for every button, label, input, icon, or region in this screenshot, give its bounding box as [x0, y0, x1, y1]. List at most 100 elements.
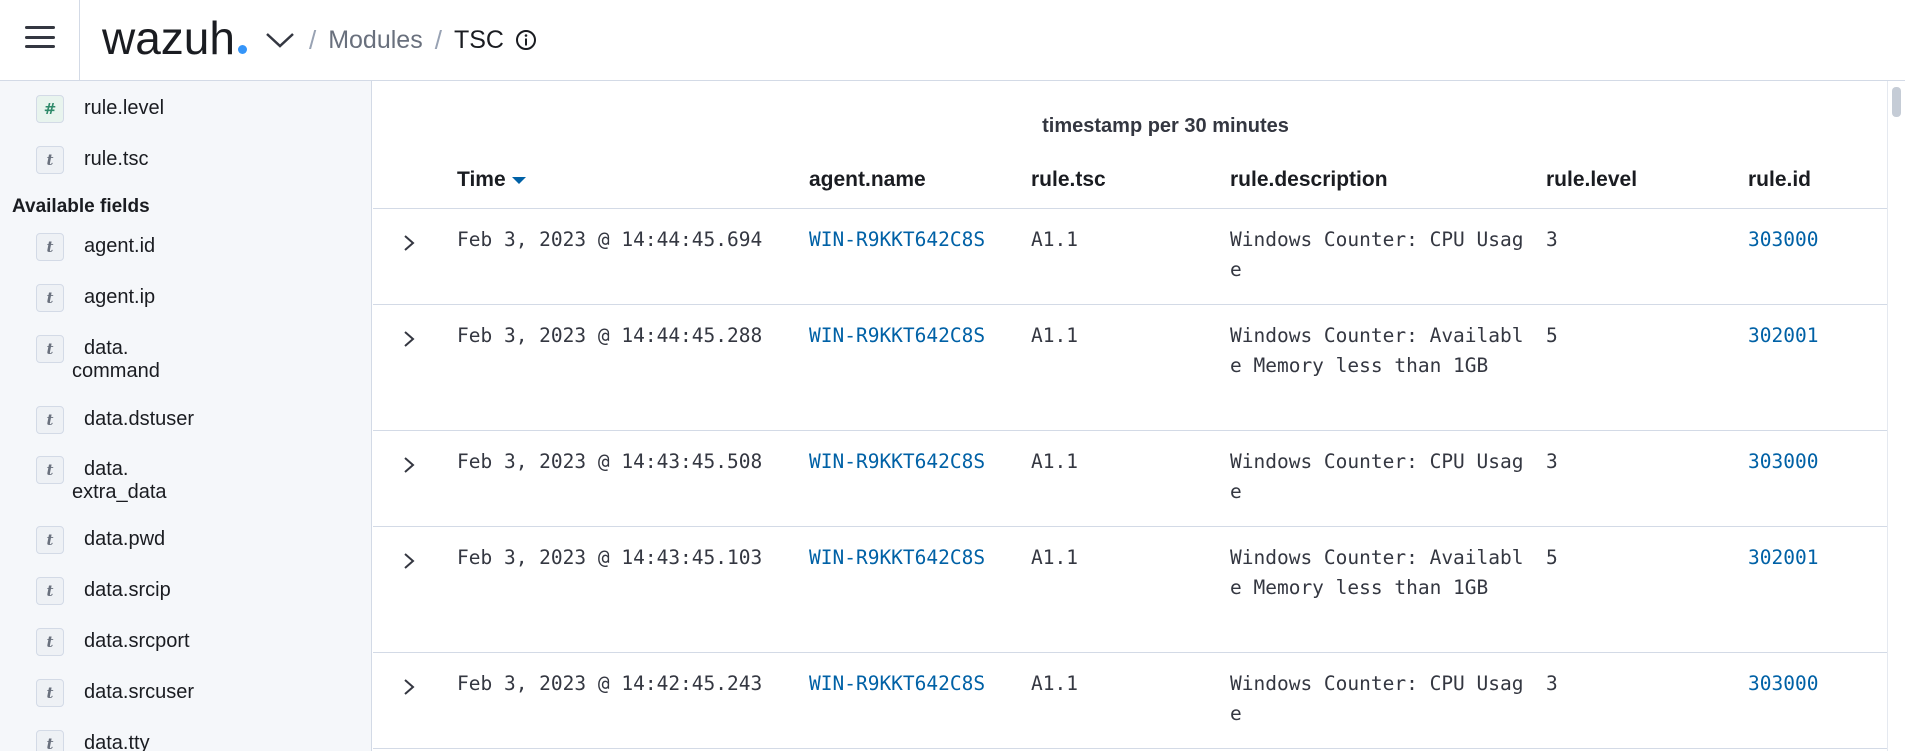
top-header: wazuh / Modules / TSC	[0, 0, 1905, 81]
cell-rule-tsc: A1.1	[1031, 450, 1078, 473]
available-fields-title: Available fields	[12, 196, 150, 217]
field-name: data.srcuser	[84, 681, 195, 703]
field-sidebar: # rule.level t rule.tsc Available fields…	[0, 81, 372, 751]
cell-rule-id[interactable]: 303000	[1748, 669, 1818, 699]
field-name: agent.id	[84, 235, 156, 257]
scrollbar-thumb[interactable]	[1892, 87, 1901, 117]
field-name: data.srcip	[84, 579, 171, 601]
menu-button[interactable]	[0, 0, 80, 80]
field-name: data.tty	[84, 732, 150, 751]
available-field-agent-id[interactable]: t agent.id	[0, 233, 155, 261]
column-header-agent-name[interactable]: agent.name	[809, 168, 926, 192]
field-name: data.dstuser	[84, 408, 195, 430]
cell-rule-description: Windows Counter: CPU Usage	[1230, 228, 1524, 281]
string-type-icon: t	[36, 233, 64, 261]
string-type-icon: t	[36, 146, 64, 174]
cell-time: Feb 3, 2023 @ 14:44:45.288	[457, 324, 763, 347]
available-field-data-pwd[interactable]: t data.pwd	[0, 526, 165, 554]
string-type-icon: t	[36, 456, 64, 484]
number-type-icon: #	[36, 95, 64, 123]
hamburger-menu-icon	[24, 26, 55, 48]
string-type-icon: t	[36, 335, 64, 363]
cell-rule-id[interactable]: 302001	[1748, 321, 1818, 351]
cell-time: Feb 3, 2023 @ 14:42:45.243	[457, 672, 763, 695]
expand-row-icon[interactable]	[401, 675, 417, 699]
cell-agent-name[interactable]: WIN-R9KKT642C8S	[809, 669, 985, 699]
cell-rule-level: 5	[1546, 324, 1558, 347]
string-type-icon: t	[36, 679, 64, 707]
cell-rule-level: 5	[1546, 546, 1558, 569]
available-field-agent-ip[interactable]: t agent.ip	[0, 284, 155, 312]
cell-rule-tsc: A1.1	[1031, 228, 1078, 251]
string-type-icon: t	[36, 284, 64, 312]
table-row: Feb 3, 2023 @ 14:44:45.694 WIN-R9KKT642C…	[373, 209, 1887, 305]
available-field-data-srcuser[interactable]: t data.srcuser	[0, 679, 194, 707]
available-field-data-srcport[interactable]: t data.srcport	[0, 628, 190, 656]
cell-rule-level: 3	[1546, 228, 1558, 251]
cell-rule-tsc: A1.1	[1031, 672, 1078, 695]
cell-time: Feb 3, 2023 @ 14:43:45.508	[457, 450, 763, 473]
cell-rule-description: Windows Counter: CPU Usage	[1230, 672, 1524, 725]
field-name: rule.level	[84, 97, 165, 119]
field-name: data.srcport	[84, 630, 190, 652]
available-field-data-dstuser[interactable]: t data.dstuser	[0, 406, 194, 434]
field-name-continuation: command	[72, 360, 160, 382]
cell-agent-name[interactable]: WIN-R9KKT642C8S	[809, 543, 985, 573]
cell-agent-name[interactable]: WIN-R9KKT642C8S	[809, 447, 985, 477]
vertical-scrollbar[interactable]	[1887, 81, 1905, 751]
string-type-icon: t	[36, 628, 64, 656]
cell-rule-level: 3	[1546, 450, 1558, 473]
cell-rule-id[interactable]: 302001	[1748, 543, 1818, 573]
field-name: data.pwd	[84, 528, 166, 550]
expand-row-icon[interactable]	[401, 453, 417, 477]
table-row: Feb 3, 2023 @ 14:43:45.103 WIN-R9KKT642C…	[373, 527, 1887, 653]
string-type-icon: t	[36, 577, 64, 605]
available-field-data-tty[interactable]: t data.tty	[0, 730, 150, 751]
logo-dot	[237, 45, 247, 54]
expand-row-icon[interactable]	[401, 231, 417, 255]
documents-table: timestamp per 30 minutes Time agent.name…	[373, 81, 1887, 751]
histogram-title: timestamp per 30 minutes	[1042, 115, 1289, 137]
table-row: Feb 3, 2023 @ 14:42:45.243 WIN-R9KKT642C…	[373, 653, 1887, 749]
cell-rule-id[interactable]: 303000	[1748, 447, 1818, 477]
column-header-rule-description[interactable]: rule.description	[1230, 168, 1388, 192]
breadcrumb-modules[interactable]: Modules	[328, 26, 423, 55]
cell-rule-description: Windows Counter: Available Memory less t…	[1230, 324, 1524, 377]
selected-field-rule-tsc[interactable]: t rule.tsc	[0, 146, 148, 174]
field-name: data.	[84, 337, 129, 359]
cell-rule-description: Windows Counter: CPU Usage	[1230, 450, 1524, 503]
column-header-time[interactable]: Time	[457, 168, 526, 192]
chevron-down-icon[interactable]	[263, 23, 297, 57]
cell-rule-tsc: A1.1	[1031, 546, 1078, 569]
field-name: agent.ip	[84, 286, 156, 308]
cell-rule-description: Windows Counter: Available Memory less t…	[1230, 546, 1524, 599]
table-row: Feb 3, 2023 @ 14:44:45.288 WIN-R9KKT642C…	[373, 305, 1887, 431]
expand-row-icon[interactable]	[401, 327, 417, 351]
available-field-data-srcip[interactable]: t data.srcip	[0, 577, 171, 605]
breadcrumb-separator: /	[308, 24, 317, 55]
selected-field-rule-level[interactable]: # rule.level	[0, 95, 164, 123]
cell-agent-name[interactable]: WIN-R9KKT642C8S	[809, 321, 985, 351]
cell-time: Feb 3, 2023 @ 14:43:45.103	[457, 546, 763, 569]
column-header-rule-level[interactable]: rule.level	[1546, 168, 1637, 192]
breadcrumb-tsc: TSC	[453, 25, 504, 54]
logo-text: wazuh	[102, 12, 235, 64]
sort-descending-icon[interactable]	[511, 176, 526, 184]
table-row: Feb 3, 2023 @ 14:43:45.508 WIN-R9KKT642C…	[373, 431, 1887, 527]
breadcrumb-separator: /	[434, 24, 442, 55]
field-name: rule.tsc	[84, 148, 149, 170]
expand-row-icon[interactable]	[401, 549, 417, 573]
cell-rule-level: 3	[1546, 672, 1558, 695]
info-icon[interactable]	[514, 28, 538, 52]
column-header-label: Time	[457, 168, 506, 191]
cell-rule-tsc: A1.1	[1031, 324, 1078, 347]
wazuh-logo[interactable]: wazuh	[102, 11, 247, 65]
column-header-rule-id[interactable]: rule.id	[1748, 168, 1811, 192]
cell-rule-id[interactable]: 303000	[1748, 225, 1818, 255]
field-name-continuation: extra_data	[72, 481, 167, 503]
string-type-icon: t	[36, 526, 64, 554]
field-name: data.	[84, 458, 129, 480]
cell-time: Feb 3, 2023 @ 14:44:45.694	[457, 228, 763, 251]
column-header-rule-tsc[interactable]: rule.tsc	[1031, 168, 1106, 192]
cell-agent-name[interactable]: WIN-R9KKT642C8S	[809, 225, 985, 255]
